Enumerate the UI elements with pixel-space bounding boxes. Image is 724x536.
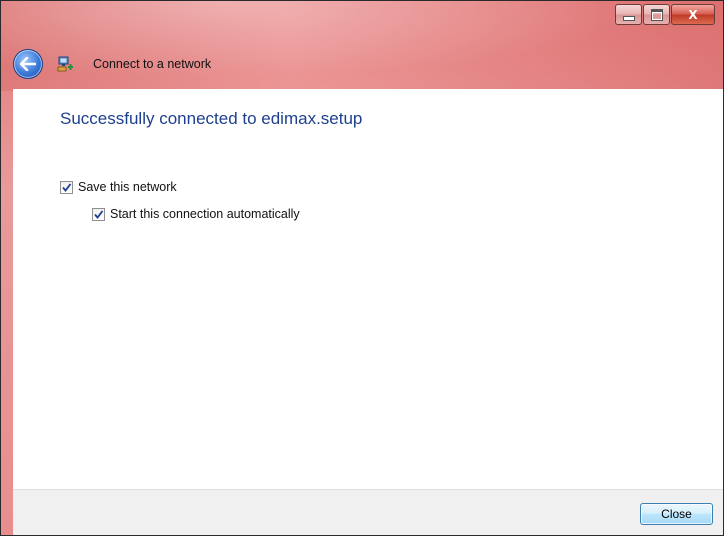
- status-heading: Successfully connected to edimax.setup: [60, 109, 363, 128]
- maximize-button[interactable]: [643, 4, 670, 25]
- save-network-label: Save this network: [78, 180, 177, 194]
- save-network-option[interactable]: Save this network: [60, 180, 177, 194]
- network-icon: [57, 55, 75, 73]
- auto-connect-label: Start this connection automatically: [110, 207, 300, 221]
- connect-network-window: X Connect to a network Successfully conn…: [0, 0, 724, 536]
- back-button[interactable]: [13, 49, 43, 79]
- save-network-checkbox[interactable]: [60, 180, 73, 194]
- auto-connect-option[interactable]: Start this connection automatically: [92, 207, 300, 221]
- window-controls: X: [615, 4, 715, 25]
- minimize-button[interactable]: [615, 4, 642, 25]
- wizard-footer: Close: [13, 489, 723, 535]
- back-arrow-icon: [20, 57, 36, 71]
- window-title: Connect to a network: [93, 57, 212, 71]
- minimize-icon: [622, 16, 635, 21]
- close-icon: X: [688, 7, 698, 22]
- window-close-button[interactable]: X: [671, 4, 715, 25]
- checkmark-icon: [62, 182, 72, 192]
- wizard-content: Successfully connected to edimax.setup S…: [13, 89, 723, 489]
- wizard-header: Connect to a network: [13, 45, 711, 83]
- maximize-icon: [650, 8, 663, 21]
- checkmark-icon: [94, 209, 104, 219]
- auto-connect-checkbox[interactable]: [92, 207, 105, 221]
- close-button[interactable]: Close: [640, 503, 713, 525]
